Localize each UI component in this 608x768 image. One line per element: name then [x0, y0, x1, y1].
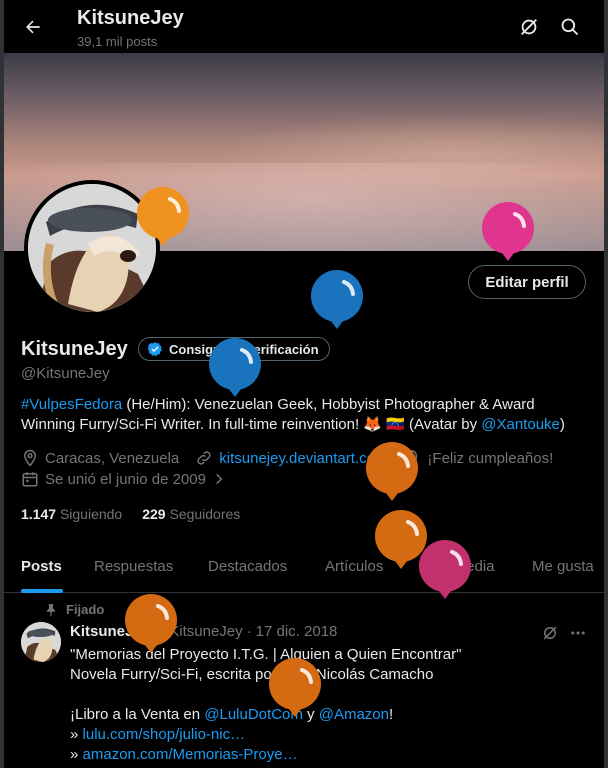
- tab-likes[interactable]: Me gusta: [532, 545, 594, 593]
- arrow-left-icon: [26, 20, 40, 34]
- profile-page: KitsuneJey 39,1 mil posts Editar perfil …: [0, 0, 608, 768]
- fox-avatar-image: [28, 184, 156, 312]
- followers-label: Seguidores: [169, 506, 241, 522]
- post-date[interactable]: 17 dic. 2018: [256, 623, 338, 640]
- following-label: Siguiendo: [59, 506, 123, 522]
- bio-hashtag-link[interactable]: #VulpesFedora: [21, 396, 122, 413]
- chevron-right-icon: [216, 473, 223, 485]
- tab-articles[interactable]: Artículos: [325, 545, 383, 593]
- post-mention-link[interactable]: @LuluDotCom: [204, 706, 303, 723]
- bio-text: (He/Him): Venezuelan Geek, Hobbyist Phot…: [122, 396, 535, 413]
- following-count: 1.147: [21, 506, 57, 522]
- grok-button[interactable]: [541, 624, 559, 647]
- profile-birthday: ¡Feliz cumpleaños!: [427, 449, 554, 467]
- pinned-indicator: Fijado: [44, 602, 104, 617]
- get-verified-label: Consigue la verificación: [169, 341, 319, 357]
- profile-joined: Se unió el junio de 2009: [45, 470, 206, 488]
- post-text-line: "Memorias del Proyecto I.T.G. | Alguien …: [70, 646, 462, 663]
- birthday-balloon: [311, 270, 363, 329]
- post-text: »: [70, 746, 83, 763]
- profile-tabs: Posts Respuestas Destacados Artículos Mu…: [4, 545, 604, 593]
- hide-replies-button[interactable]: [515, 13, 543, 41]
- post-text: !: [388, 706, 394, 723]
- tab-media[interactable]: Multimedia: [422, 545, 495, 593]
- pinned-label: Fijado: [66, 602, 105, 617]
- post-text: ¡Libro a la Venta en: [70, 706, 205, 723]
- bio-text: ): [559, 416, 565, 433]
- get-verified-button[interactable]: Consigue la verificación: [138, 337, 330, 361]
- post-body: "Memorias del Proyecto I.T.G. | Alguien …: [70, 645, 590, 765]
- verified-badge-icon: [147, 342, 162, 357]
- post-author-handle[interactable]: @KitsuneJey: [154, 623, 243, 640]
- active-tab-indicator: [21, 589, 63, 593]
- post-count: 39,1 mil posts: [77, 34, 158, 49]
- profile-handle: @KitsuneJey: [21, 365, 110, 382]
- edit-profile-button[interactable]: Editar perfil: [468, 265, 586, 299]
- profile-location: Caracas, Venezuela: [45, 449, 180, 467]
- followers-link[interactable]: 229 Seguidores: [142, 506, 240, 522]
- profile-meta-row: Caracas, Venezuela kitsunejey.deviantart…: [21, 449, 553, 467]
- tab-highlights[interactable]: Destacados: [208, 545, 287, 593]
- post-url-link[interactable]: amazon.com/Memorias-Proye…: [83, 746, 298, 763]
- post-text: y: [302, 706, 319, 723]
- following-link[interactable]: 1.147 Siguiendo: [21, 506, 122, 522]
- tab-posts[interactable]: Posts: [21, 545, 62, 593]
- profile-name: KitsuneJey: [21, 338, 128, 360]
- slashed-circle-icon: [521, 19, 537, 35]
- post-text-line: » amazon.com/Memorias-Proye…: [70, 745, 590, 765]
- profile-website-link[interactable]: kitsunejey.deviantart.com: [219, 450, 387, 467]
- post-text-line: » lulu.com/shop/julio-nic…: [70, 725, 590, 745]
- post-author-name[interactable]: KitsuneJey: [70, 623, 150, 640]
- balloon-icon: [407, 450, 418, 466]
- post-avatar[interactable]: [21, 622, 61, 662]
- location-icon: [23, 449, 37, 467]
- search-button[interactable]: [556, 13, 584, 41]
- fox-avatar-image: [21, 622, 61, 662]
- followers-count: 229: [142, 506, 166, 522]
- page-title: KitsuneJey: [77, 7, 184, 29]
- link-icon: [197, 451, 211, 465]
- more-horizontal-icon: [571, 631, 585, 635]
- post-text-line: Novela Furry/Sci-Fi, escrita por Julio N…: [70, 666, 434, 683]
- calendar-icon: [22, 472, 38, 487]
- slashed-circle-icon: [543, 626, 557, 640]
- post-mention-link[interactable]: @Amazon: [319, 706, 389, 723]
- post-header: KitsuneJey @KitsuneJey · 17 dic. 2018: [70, 623, 337, 640]
- post-url-link[interactable]: lulu.com/shop/julio-nic…: [83, 726, 246, 743]
- back-button[interactable]: [18, 12, 48, 42]
- post-separator: ·: [246, 623, 252, 640]
- bio-mention-link[interactable]: @Xantouke: [481, 416, 560, 433]
- follow-stats: 1.147 Siguiendo 229 Seguidores: [21, 506, 240, 522]
- bio-text: Winning Furry/Sci-Fi Writer. In full-tim…: [21, 416, 482, 433]
- profile-joined-row[interactable]: Se unió el junio de 2009: [21, 470, 226, 488]
- search-icon: [561, 18, 579, 36]
- profile-bio: #VulpesFedora (He/Him): Venezuelan Geek,…: [21, 395, 591, 435]
- top-bar: KitsuneJey 39,1 mil posts: [4, 0, 604, 53]
- tab-replies[interactable]: Respuestas: [94, 545, 173, 593]
- pin-icon: [46, 603, 56, 616]
- more-options-button[interactable]: [569, 624, 587, 647]
- post-text-line: ¡Libro a la Venta en @LuluDotCom y @Amaz…: [70, 705, 590, 725]
- profile-avatar[interactable]: [24, 180, 160, 316]
- post-text: »: [70, 726, 83, 743]
